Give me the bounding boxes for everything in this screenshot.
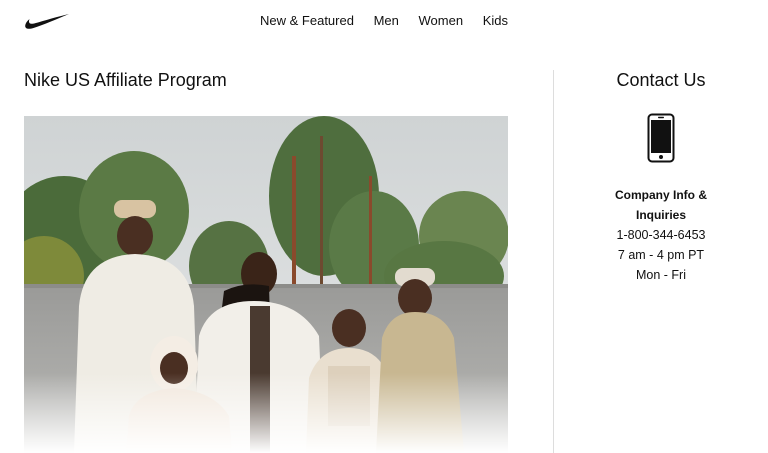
nav-item-new-featured[interactable]: New & Featured (260, 13, 354, 28)
page-title: Nike US Affiliate Program (24, 70, 227, 90)
contact-details: Company Info & Inquiries 1-800-344-6453 … (554, 185, 768, 285)
smartphone-icon (647, 113, 675, 163)
main-nav: New & Featured Men Women Kids (0, 13, 768, 28)
contact-title: Contact Us (616, 70, 706, 90)
contact-phone[interactable]: 1-800-344-6453 (554, 225, 768, 245)
contact-days: Mon - Fri (636, 268, 686, 282)
nav-item-women[interactable]: Women (419, 13, 464, 28)
site-header: New & Featured Men Women Kids (0, 0, 768, 44)
nav-item-men[interactable]: Men (374, 13, 399, 28)
contact-heading: Company Info & Inquiries (615, 188, 707, 222)
contact-hours: 7 am - 4 pm PT (617, 248, 705, 262)
hero-image (24, 116, 508, 453)
contact-panel: Contact Us Company Info & Inquiries 1-80… (554, 70, 768, 285)
nav-item-kids[interactable]: Kids (483, 13, 508, 28)
